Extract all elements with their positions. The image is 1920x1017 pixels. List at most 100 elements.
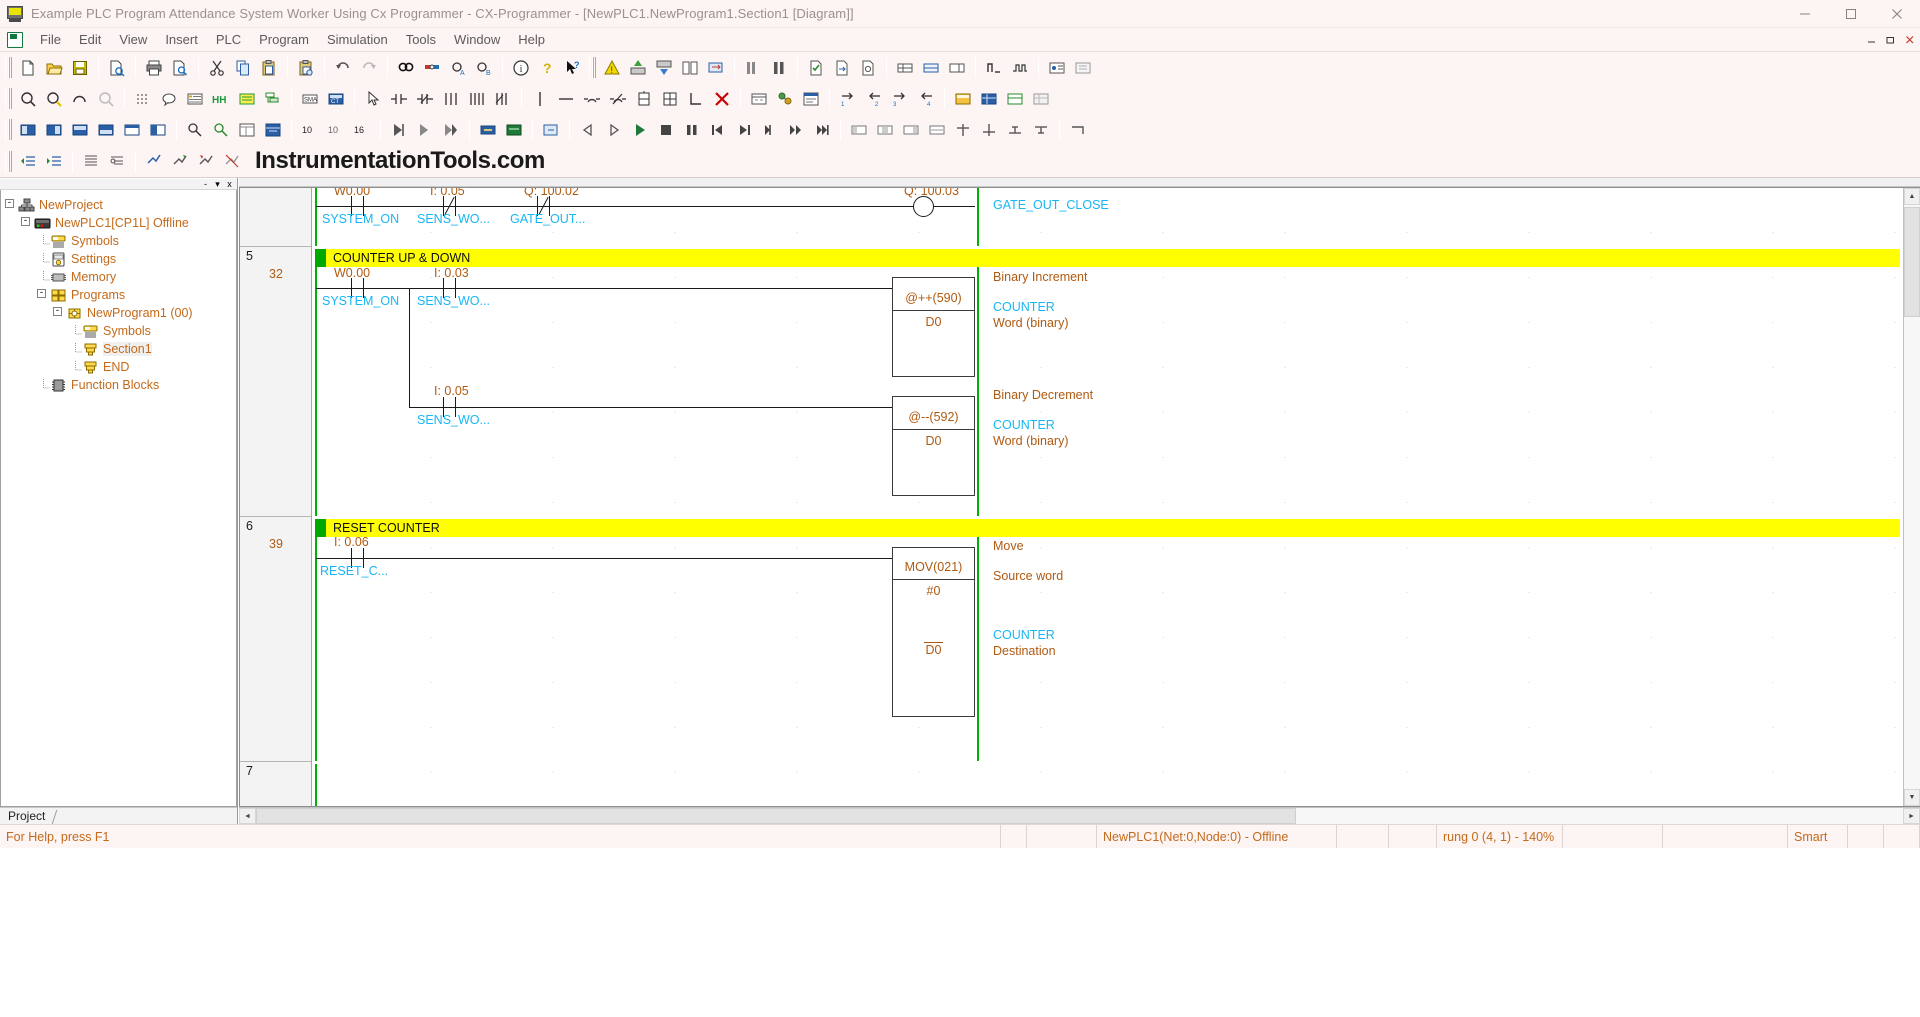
- force-cancel-icon[interactable]: [438, 117, 464, 142]
- replace-window-icon[interactable]: [208, 117, 234, 142]
- expander-toggle[interactable]: -: [53, 306, 62, 316]
- horizontal-scrollbar[interactable]: ◄ ►: [239, 807, 1920, 824]
- contact-nc-icon[interactable]: [412, 86, 438, 111]
- menu-insert[interactable]: Insert: [156, 29, 207, 50]
- sim-view2-icon[interactable]: [41, 117, 67, 142]
- hscroll-thumb[interactable]: [256, 808, 1296, 824]
- contact-diff-icon[interactable]: [490, 86, 516, 111]
- replace-icon[interactable]: [419, 55, 445, 80]
- sim-step-back-icon[interactable]: [575, 117, 601, 142]
- instruction-block-icon[interactable]: [631, 86, 657, 111]
- toolbar-grip[interactable]: [5, 88, 12, 109]
- function-block[interactable]: @--(592) D0: [892, 396, 975, 496]
- horizontal-link-icon[interactable]: [553, 86, 579, 111]
- align-middle-icon[interactable]: [924, 117, 950, 142]
- sim-skip-fwd-icon[interactable]: [731, 117, 757, 142]
- show-symbol-list-icon[interactable]: [182, 86, 208, 111]
- differential-up-icon[interactable]: [981, 55, 1007, 80]
- tree-item-function-blocks[interactable]: Function Blocks: [5, 376, 236, 394]
- save-icon[interactable]: [67, 55, 93, 80]
- tree-item-symbols[interactable]: Symbols: [5, 322, 236, 340]
- tree-expander[interactable]: -: [37, 288, 50, 302]
- transfer-from-plc-icon[interactable]: [651, 55, 677, 80]
- distribute-h-icon[interactable]: [950, 117, 976, 142]
- tree-item-section1[interactable]: Section1: [5, 340, 236, 358]
- vertical-link-icon[interactable]: [527, 86, 553, 111]
- expander-toggle[interactable]: -: [5, 198, 14, 208]
- sim-step-fwd-icon[interactable]: [601, 117, 627, 142]
- ct-view-icon[interactable]: CT: [323, 86, 349, 111]
- print-preview-icon[interactable]: [167, 55, 193, 80]
- panel-collapse-button[interactable]: -: [200, 179, 211, 190]
- align-center-icon[interactable]: [872, 117, 898, 142]
- tree-item-newproject[interactable]: - NewProject: [5, 196, 236, 214]
- scroll-up-button[interactable]: ▲: [1904, 188, 1920, 205]
- tree-item-end[interactable]: END: [5, 358, 236, 376]
- function-block[interactable]: @++(590) D0: [892, 277, 975, 377]
- force-off-icon[interactable]: [412, 117, 438, 142]
- tree-item-newplc1-cp1l-offline[interactable]: - NewPLC1[CP1L] Offline: [5, 214, 236, 232]
- program-check-icon[interactable]: [803, 55, 829, 80]
- force-on-icon[interactable]: [386, 117, 412, 142]
- watch-window-icon[interactable]: [746, 86, 772, 111]
- transfer-to-plc-icon[interactable]: [625, 55, 651, 80]
- pin-orange-icon[interactable]: [950, 86, 976, 111]
- table-green-icon[interactable]: [1002, 86, 1028, 111]
- align-left-icon[interactable]: [846, 117, 872, 142]
- close-icon[interactable]: [1874, 0, 1920, 28]
- sim-console-icon[interactable]: [501, 117, 527, 142]
- sim-run-icon[interactable]: [627, 117, 653, 142]
- menu-window[interactable]: Window: [445, 29, 509, 50]
- sim-fast-fwd-icon[interactable]: [783, 117, 809, 142]
- tree-expander[interactable]: -: [53, 306, 66, 320]
- find-window-icon[interactable]: [182, 117, 208, 142]
- menu-view[interactable]: View: [110, 29, 156, 50]
- vertical-scrollbar[interactable]: ▲ ▼: [1903, 188, 1920, 806]
- symbol-table-alt-icon[interactable]: [1070, 55, 1096, 80]
- program-options-icon[interactable]: [855, 55, 881, 80]
- contact-parallel-icon[interactable]: [464, 86, 490, 111]
- bracket-icon[interactable]: [1065, 117, 1091, 142]
- sim-view4-icon[interactable]: [93, 117, 119, 142]
- help-icon[interactable]: ?: [534, 55, 560, 80]
- sim-step-scan-icon[interactable]: [757, 117, 783, 142]
- context-help-icon[interactable]: ?: [560, 55, 586, 80]
- maximize-icon[interactable]: [1828, 0, 1874, 28]
- sim-view1-icon[interactable]: [15, 117, 41, 142]
- scroll-left-button[interactable]: ◄: [239, 808, 256, 824]
- show-comments-icon[interactable]: [156, 86, 182, 111]
- sim-pause-icon[interactable]: [679, 117, 705, 142]
- cross-reference-icon[interactable]: [772, 86, 798, 111]
- new-icon[interactable]: [15, 55, 41, 80]
- menu-program[interactable]: Program: [250, 29, 318, 50]
- mnemonic-view-icon[interactable]: HH: [208, 86, 234, 111]
- expander-toggle[interactable]: -: [21, 216, 30, 226]
- hscroll-track[interactable]: [256, 808, 1903, 824]
- zoom-out-icon[interactable]: [93, 86, 119, 111]
- expander-toggle[interactable]: -: [37, 288, 46, 298]
- project-tree[interactable]: - NewProject - NewPLC1[CP1L] Offline Symbols…: [0, 190, 237, 807]
- undo-icon[interactable]: [330, 55, 356, 80]
- tree-item-symbols[interactable]: Symbols: [5, 232, 236, 250]
- section-list-icon[interactable]: [260, 86, 286, 111]
- step-into-icon[interactable]: [538, 117, 564, 142]
- sim-end-icon[interactable]: [809, 117, 835, 142]
- program-assign-icon[interactable]: [829, 55, 855, 80]
- search-replace-a-icon[interactable]: A: [445, 55, 471, 80]
- zoom-selection-icon[interactable]: [41, 86, 67, 111]
- memory-view1-icon[interactable]: [892, 55, 918, 80]
- bookmark-prev-icon[interactable]: [193, 149, 219, 174]
- grid-icon[interactable]: [130, 86, 156, 111]
- work-online-sim-icon[interactable]: [475, 117, 501, 142]
- redo-icon[interactable]: [356, 55, 382, 80]
- bookmark-next-icon[interactable]: [167, 149, 193, 174]
- indent-decrease-icon[interactable]: [15, 149, 41, 174]
- jump-last-icon[interactable]: 4: [913, 86, 939, 111]
- bookmark-clear-icon[interactable]: [219, 149, 245, 174]
- jump-prev-icon[interactable]: 2: [861, 86, 887, 111]
- warning-icon[interactable]: !: [599, 55, 625, 80]
- panel-close-button[interactable]: x: [224, 179, 235, 190]
- menu-help[interactable]: Help: [509, 29, 554, 50]
- instruction-block-alt-icon[interactable]: [657, 86, 683, 111]
- sim-view5-icon[interactable]: [119, 117, 145, 142]
